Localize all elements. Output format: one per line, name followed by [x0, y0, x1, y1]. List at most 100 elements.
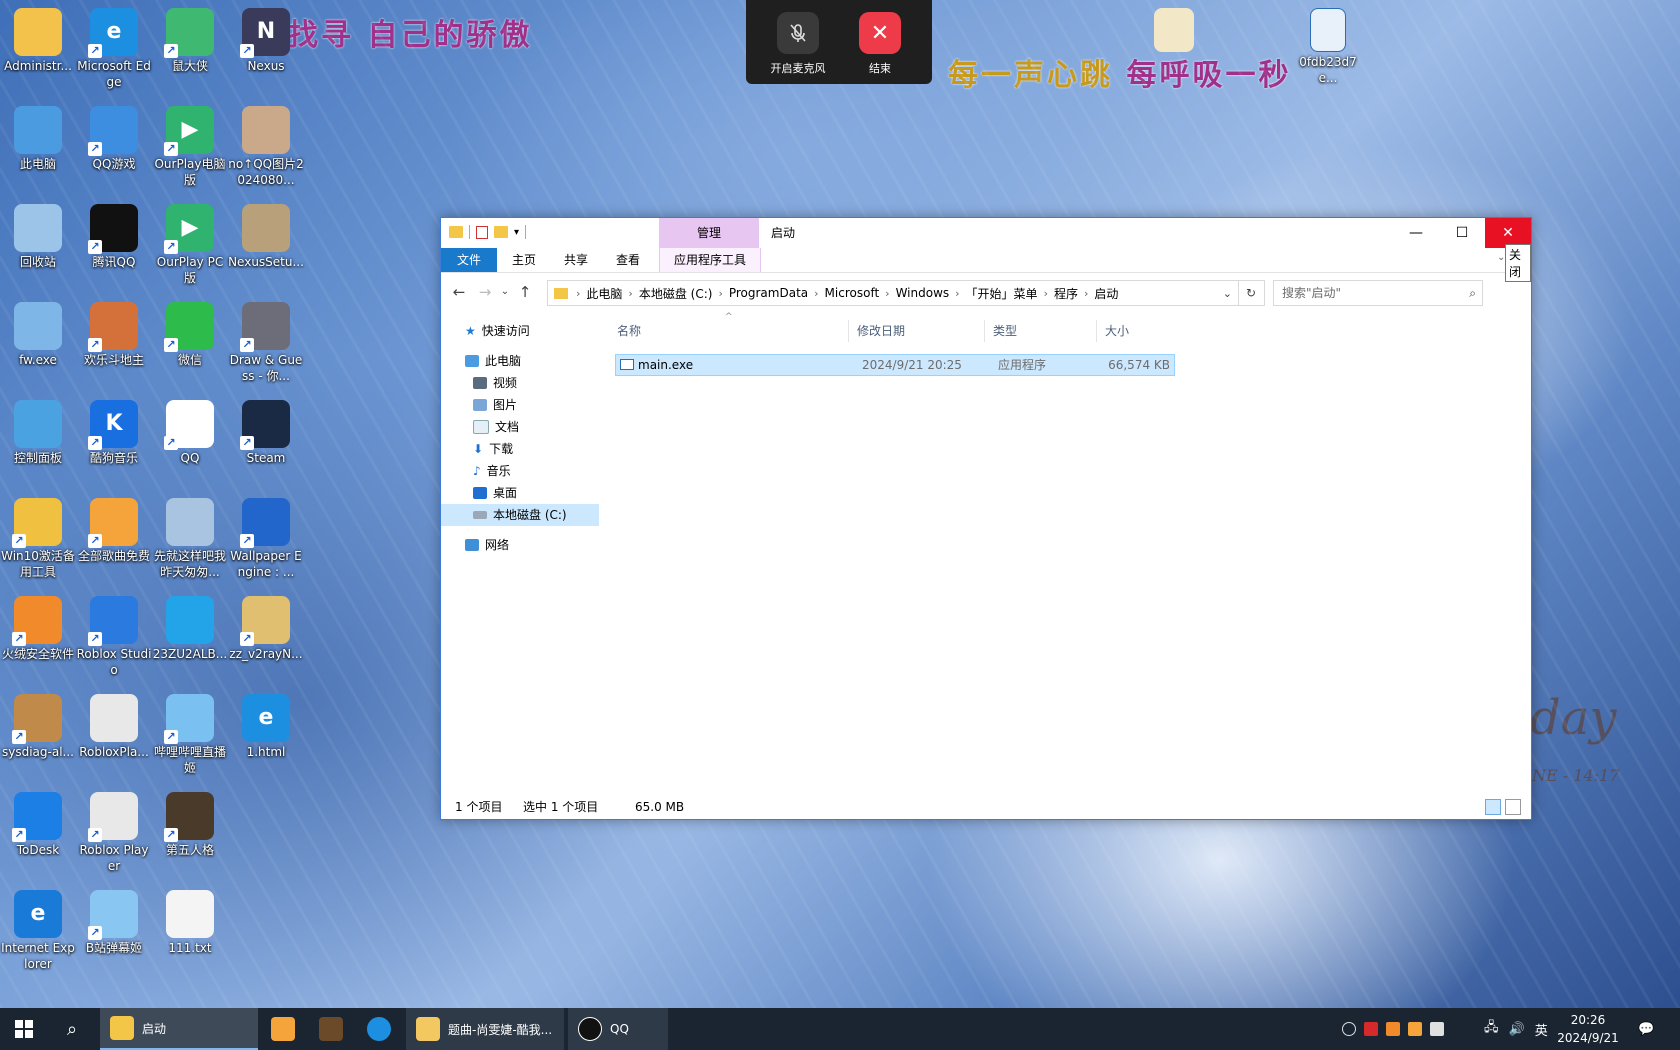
desktop-icon-top-file-2[interactable]: 0fdb23d7e...: [1290, 4, 1366, 86]
desktop-icon[interactable]: ↗ Win10激活备用工具: [0, 494, 76, 580]
nav-item-downloads[interactable]: ⬇ 下载: [441, 438, 599, 460]
desktop-icon[interactable]: 23ZU2ALB...: [152, 592, 228, 662]
up-arrow-icon[interactable]: ↑: [515, 282, 535, 302]
desktop-icon[interactable]: ↗ QQ: [152, 396, 228, 466]
desktop-icon[interactable]: ↗ 火绒安全软件: [0, 592, 76, 662]
nav-item-network[interactable]: 网络: [441, 534, 599, 556]
tab-application-tools[interactable]: 应用程序工具: [659, 248, 761, 272]
breadcrumb-item[interactable]: 此电脑: [580, 285, 628, 302]
desktop-icon[interactable]: ↗ 微信: [152, 298, 228, 368]
new-folder-icon[interactable]: [494, 226, 508, 238]
desktop-icon[interactable]: N ↗ Nexus: [228, 4, 304, 74]
maximize-button[interactable]: ☐: [1439, 218, 1485, 248]
shield-icon[interactable]: [1386, 1022, 1400, 1036]
input-method-indicator[interactable]: 英: [1535, 1020, 1548, 1039]
breadcrumb-item[interactable]: Windows: [890, 286, 956, 300]
mic-toggle-button[interactable]: 开启麦克风: [768, 12, 828, 76]
desktop-icon[interactable]: NexusSetu...: [228, 200, 304, 270]
taskbar-item-explorer[interactable]: 启动: [100, 1008, 258, 1050]
desktop-icon[interactable]: RobloxPla...: [76, 690, 152, 760]
desktop-icon[interactable]: Administr...: [0, 4, 76, 74]
large-icons-view-icon[interactable]: [1505, 799, 1521, 815]
antivirus-icon[interactable]: [1364, 1022, 1378, 1036]
details-view-icon[interactable]: [1485, 799, 1501, 815]
tray-app-icon[interactable]: [1342, 1022, 1356, 1036]
breadcrumb-item[interactable]: ProgramData: [723, 286, 814, 300]
desktop-icon[interactable]: no↑QQ图片2024080...: [228, 102, 304, 188]
address-bar[interactable]: › 此电脑 › 本地磁盘 (C:) › ProgramData › Micros…: [547, 280, 1239, 306]
desktop-icon[interactable]: 控制面板: [0, 396, 76, 466]
taskbar-item-edge[interactable]: [358, 1008, 400, 1050]
search-button[interactable]: ⌕: [48, 1008, 96, 1050]
music-app-icon[interactable]: [1408, 1022, 1422, 1036]
network-icon[interactable]: 🖧: [1484, 1018, 1499, 1040]
desktop-icon[interactable]: fw.exe: [0, 298, 76, 368]
taskbar-item-minecraft[interactable]: [310, 1008, 352, 1050]
desktop-icon[interactable]: ↗ 腾讯QQ: [76, 200, 152, 270]
minimize-button[interactable]: —: [1393, 218, 1439, 248]
desktop-icon[interactable]: ↗ Wallpaper Engine : ...: [228, 494, 304, 580]
desktop-icon[interactable]: ↗ Steam: [228, 396, 304, 466]
desktop-icon[interactable]: ↗ QQ游戏: [76, 102, 152, 172]
desktop-icon[interactable]: 111.txt: [152, 886, 228, 956]
column-header-size[interactable]: 大小: [1099, 320, 1173, 342]
tab-home[interactable]: 主页: [499, 248, 549, 272]
notification-icon[interactable]: 💬: [1638, 1008, 1654, 1050]
desktop-icon-top-file-1[interactable]: [1136, 4, 1212, 54]
desktop-icon[interactable]: ↗ Draw & Guess - 你...: [228, 298, 304, 384]
address-history-chevron-icon[interactable]: ⌄: [1223, 287, 1232, 300]
recent-locations-chevron-icon[interactable]: ⌄: [495, 282, 515, 302]
desktop-icon[interactable]: ↗ Roblox Studio: [76, 592, 152, 678]
desktop-icon[interactable]: e ↗ Microsoft Edge: [76, 4, 152, 90]
desktop-icon[interactable]: 先就这样吧我昨天匆匆...: [152, 494, 228, 580]
tab-share[interactable]: 共享: [551, 248, 601, 272]
taskbar-item-music[interactable]: 题曲-尚雯婕-酷我...: [406, 1008, 564, 1050]
tab-view[interactable]: 查看: [603, 248, 653, 272]
desktop-icon[interactable]: ↗ 鼠大侠: [152, 4, 228, 74]
search-input[interactable]: 搜索"启动" ⌕: [1273, 280, 1483, 306]
desktop-icon[interactable]: ↗ zz_v2rayN...: [228, 592, 304, 662]
clock[interactable]: 20:26 2024/9/21: [1556, 1011, 1620, 1047]
desktop-icon[interactable]: e Internet Explorer: [0, 886, 76, 972]
nav-item-pictures[interactable]: 图片: [441, 394, 599, 416]
forward-arrow-icon[interactable]: →: [475, 282, 495, 302]
nav-item-desktop[interactable]: 桌面: [441, 482, 599, 504]
desktop-icon[interactable]: e 1.html: [228, 690, 304, 760]
desktop-icon[interactable]: ↗ B站弹幕姬: [76, 886, 152, 956]
desktop-icon[interactable]: ↗ 哔哩哔哩直播姬: [152, 690, 228, 776]
file-row[interactable]: main.exe 2024/9/21 20:25 应用程序 66,574 KB: [615, 354, 1175, 376]
nav-item-local-disk[interactable]: 本地磁盘 (C:): [441, 504, 599, 526]
desktop-icon[interactable]: ↗ Roblox Player: [76, 788, 152, 874]
desktop-icon[interactable]: ↗ sysdiag-al...: [0, 690, 76, 760]
nav-item-videos[interactable]: 视频: [441, 372, 599, 394]
properties-icon[interactable]: [476, 225, 488, 239]
breadcrumb-item[interactable]: 本地磁盘 (C:): [633, 285, 719, 302]
tab-manage[interactable]: 管理: [659, 218, 759, 248]
desktop-icon[interactable]: ↗ ToDesk: [0, 788, 76, 858]
tray-app-icon[interactable]: [1430, 1022, 1444, 1036]
column-header-name[interactable]: 名称: [611, 320, 849, 342]
nav-item-this-pc[interactable]: 此电脑: [441, 350, 599, 372]
desktop-icon[interactable]: 回收站: [0, 200, 76, 270]
customize-toolbar-chevron-icon[interactable]: ▾: [514, 227, 519, 238]
breadcrumb-item[interactable]: Microsoft: [819, 286, 886, 300]
desktop-icon[interactable]: ↗ 欢乐斗地主: [76, 298, 152, 368]
column-header-type[interactable]: 类型: [987, 320, 1097, 342]
nav-item-music[interactable]: ♪ 音乐: [441, 460, 599, 482]
desktop-icon[interactable]: ↗ 第五人格: [152, 788, 228, 858]
desktop-icon[interactable]: ▶ ↗ OurPlay电脑版: [152, 102, 228, 188]
taskbar-item-app[interactable]: [262, 1008, 304, 1050]
column-header-modified[interactable]: 修改日期: [851, 320, 985, 342]
window-titlebar[interactable]: ▾ 管理 启动 — ☐ ✕: [441, 218, 1531, 248]
back-arrow-icon[interactable]: ←: [449, 282, 469, 302]
breadcrumb-item[interactable]: 程序: [1048, 285, 1084, 302]
desktop-icon[interactable]: 此电脑: [0, 102, 76, 172]
breadcrumb-item[interactable]: 「开始」菜单: [960, 285, 1044, 302]
refresh-icon[interactable]: ↻: [1238, 280, 1265, 306]
tab-file[interactable]: 文件: [441, 248, 497, 272]
nav-item-documents[interactable]: 文档: [441, 416, 599, 438]
start-button[interactable]: [0, 1008, 48, 1050]
end-call-button[interactable]: ✕ 结束: [850, 12, 910, 76]
taskbar-item-qq[interactable]: QQ: [568, 1008, 668, 1050]
desktop-icon[interactable]: ↗ 全部歌曲免费: [76, 494, 152, 564]
